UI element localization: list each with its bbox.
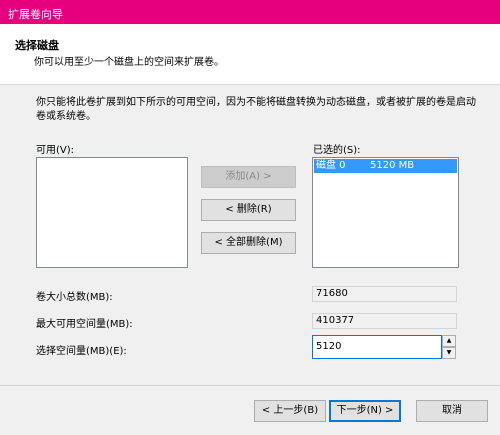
next-button[interactable]: 下一步(N) > [329, 400, 401, 422]
remove-button[interactable]: < 删除(R) [201, 199, 296, 221]
spin-down-icon[interactable]: ▼ [442, 347, 456, 359]
remove-all-button[interactable]: < 全部删除(M) [201, 232, 296, 254]
select-space-input[interactable]: 5120 [312, 335, 442, 359]
back-button[interactable]: < 上一步(B) [254, 400, 326, 422]
max-space-value: 410377 [312, 313, 457, 329]
add-button[interactable]: 添加(A) > [201, 166, 296, 188]
selected-disk-item[interactable]: 磁盘 0 5120 MB [314, 159, 457, 173]
spin-up-icon[interactable]: ▲ [442, 335, 456, 347]
select-space-label: 选择空间量(MB)(E): [36, 346, 127, 357]
select-space-stepper[interactable]: ▲ ▼ [442, 335, 456, 359]
page-subtitle: 你可以用至少一个磁盘上的空间来扩展卷。 [34, 57, 224, 68]
selected-label: 已选的(S): [313, 145, 361, 156]
title-bar: 扩展卷向导 [0, 0, 500, 24]
available-label: 可用(V): [36, 145, 75, 156]
selected-disks-list[interactable]: 磁盘 0 5120 MB [312, 157, 459, 268]
wizard-header: 选择磁盘 你可以用至少一个磁盘上的空间来扩展卷。 [0, 24, 500, 85]
available-disks-list[interactable] [36, 157, 188, 268]
selected-disk-name: 磁盘 0 [316, 160, 346, 171]
page-title: 选择磁盘 [15, 39, 59, 52]
description-text: 你只能将此卷扩展到如下所示的可用空间，因为不能将磁盘转换为动态磁盘，或者被扩展的… [36, 97, 476, 122]
selected-disk-size: 5120 MB [370, 160, 415, 171]
window-title: 扩展卷向导 [8, 8, 63, 21]
total-size-label: 卷大小总数(MB): [36, 292, 113, 303]
total-size-value: 71680 [312, 286, 457, 302]
footer-divider [0, 385, 500, 386]
cancel-button[interactable]: 取消 [416, 400, 488, 422]
max-space-label: 最大可用空间量(MB): [36, 319, 133, 330]
